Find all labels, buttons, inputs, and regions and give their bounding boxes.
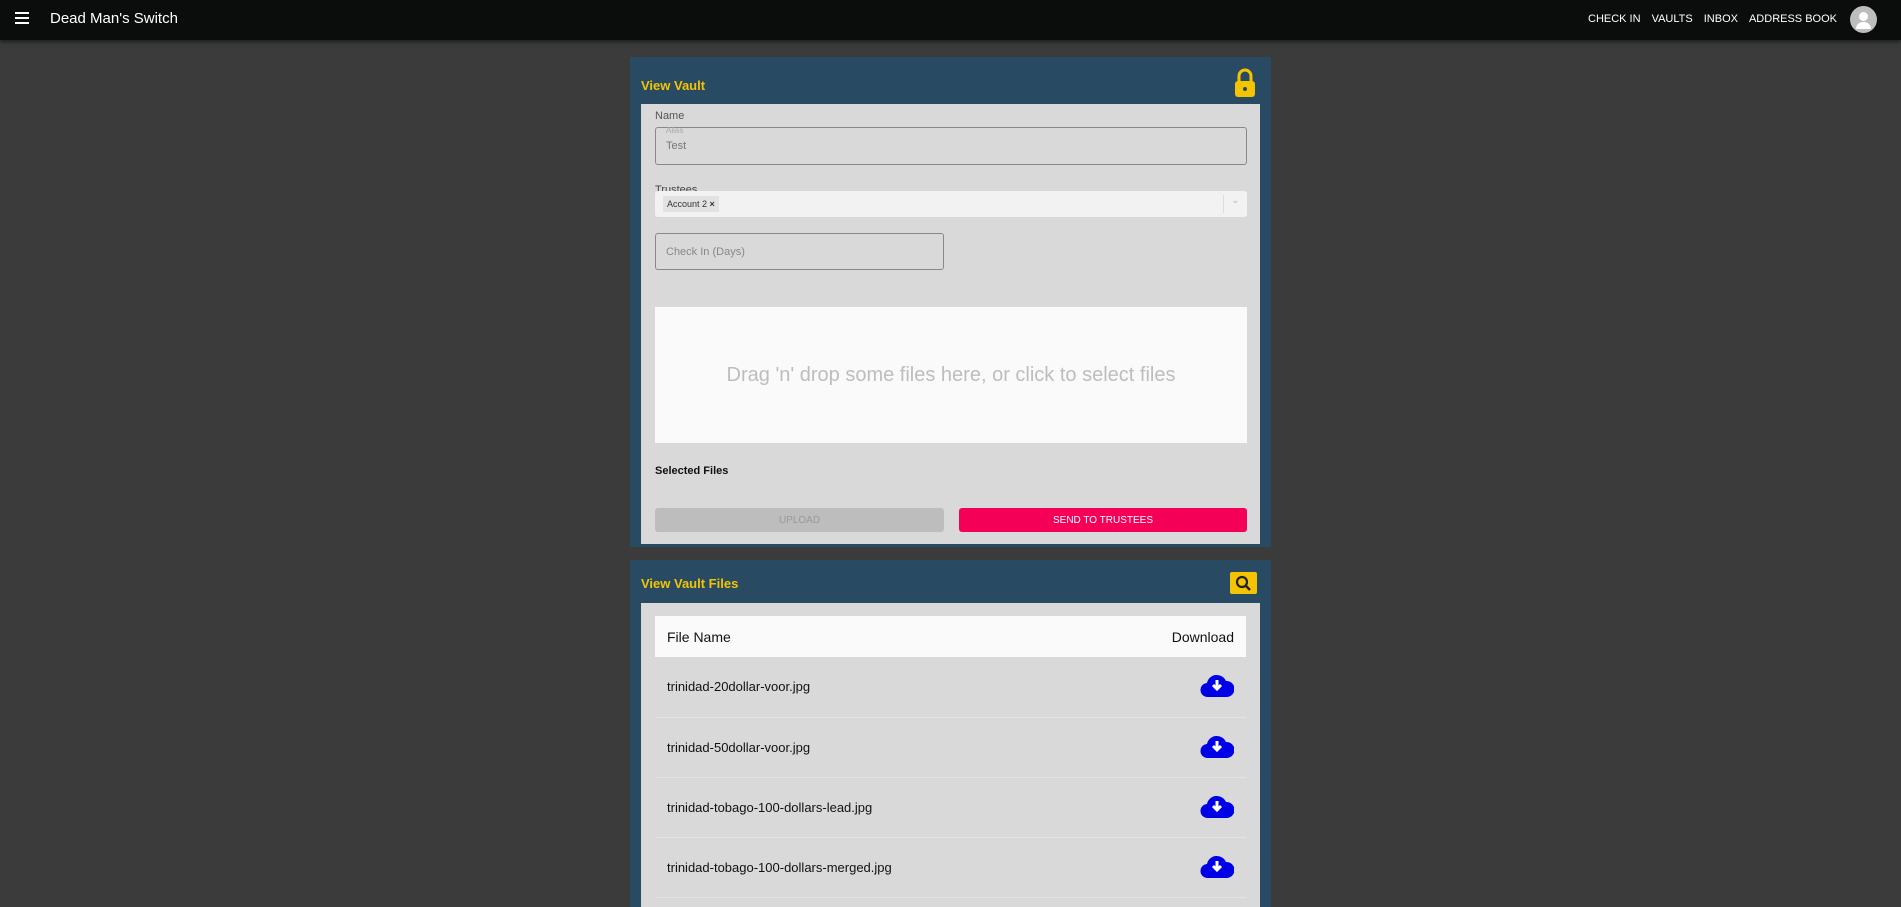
table-row: trinidad-20dollar-voor.jpg: [655, 657, 1246, 718]
send-to-trustees-button[interactable]: SEND TO TRUSTEES: [959, 508, 1247, 532]
avatar[interactable]: [1850, 6, 1877, 33]
name-input[interactable]: Alias Test: [655, 126, 1247, 165]
view-vault-panel: View Vault Name Alias Test Trustees Acco…: [630, 57, 1271, 547]
vault-form: Name Alias Test Trustees Account 2 × ⌄ C…: [641, 104, 1260, 544]
checkin-days-input[interactable]: Check In (Days): [655, 233, 944, 270]
vault-files-panel: View Vault Files File Name Download trin…: [630, 560, 1271, 907]
col-download: Download: [1093, 616, 1246, 657]
file-name: trinidad-tobago-100-dollars-merged.jpg: [655, 837, 1094, 898]
table-row: trinidad-tobago-100-dollars-merged.jpg: [655, 837, 1246, 898]
vault-files-title: View Vault Files: [641, 576, 739, 591]
cloud-download-icon[interactable]: [1200, 672, 1235, 698]
cloud-download-icon[interactable]: [1200, 793, 1235, 819]
remove-chip-icon[interactable]: ×: [710, 199, 715, 209]
view-vault-title: View Vault: [641, 78, 706, 93]
top-navbar: Dead Man's Switch CHECK IN VAULTS INBOX …: [0, 0, 1901, 40]
upload-button[interactable]: UPLOAD: [655, 508, 944, 532]
selected-files-label: Selected Files: [655, 465, 729, 477]
lock-icon[interactable]: [1234, 68, 1256, 98]
search-icon: [1235, 575, 1251, 591]
search-button[interactable]: [1230, 572, 1257, 594]
table-row: trinidad-tobago-100-dollars-lead.jpg: [655, 777, 1246, 838]
name-value: Test: [666, 140, 687, 152]
menu-icon[interactable]: [15, 12, 29, 24]
col-file-name: File Name: [655, 616, 1094, 657]
chevron-down-icon[interactable]: ⌄: [1223, 195, 1247, 213]
nav-vaults[interactable]: VAULTS: [1652, 13, 1693, 25]
files-table: File Name Download trinidad-20dollar-voo…: [655, 616, 1246, 898]
name-placeholder: Alias: [666, 126, 684, 135]
nav-address-book[interactable]: ADDRESS BOOK: [1749, 13, 1837, 25]
file-dropzone[interactable]: Drag 'n' drop some files here, or click …: [655, 307, 1247, 443]
nav-check-in[interactable]: CHECK IN: [1588, 13, 1641, 25]
table-row: trinidad-50dollar-voor.jpg: [655, 717, 1246, 778]
cloud-download-icon[interactable]: [1200, 733, 1235, 759]
file-name: trinidad-20dollar-voor.jpg: [655, 657, 1094, 718]
files-table-container: File Name Download trinidad-20dollar-voo…: [641, 603, 1260, 907]
trustee-chip: Account 2 ×: [663, 196, 719, 212]
cloud-download-icon[interactable]: [1200, 853, 1235, 879]
file-name: trinidad-50dollar-voor.jpg: [655, 717, 1094, 778]
name-label: Name: [655, 110, 685, 122]
nav-inbox[interactable]: INBOX: [1704, 13, 1738, 25]
trustees-select[interactable]: Account 2 × ⌄: [655, 191, 1247, 217]
app-title: Dead Man's Switch: [50, 10, 178, 27]
file-name: trinidad-tobago-100-dollars-lead.jpg: [655, 777, 1094, 838]
